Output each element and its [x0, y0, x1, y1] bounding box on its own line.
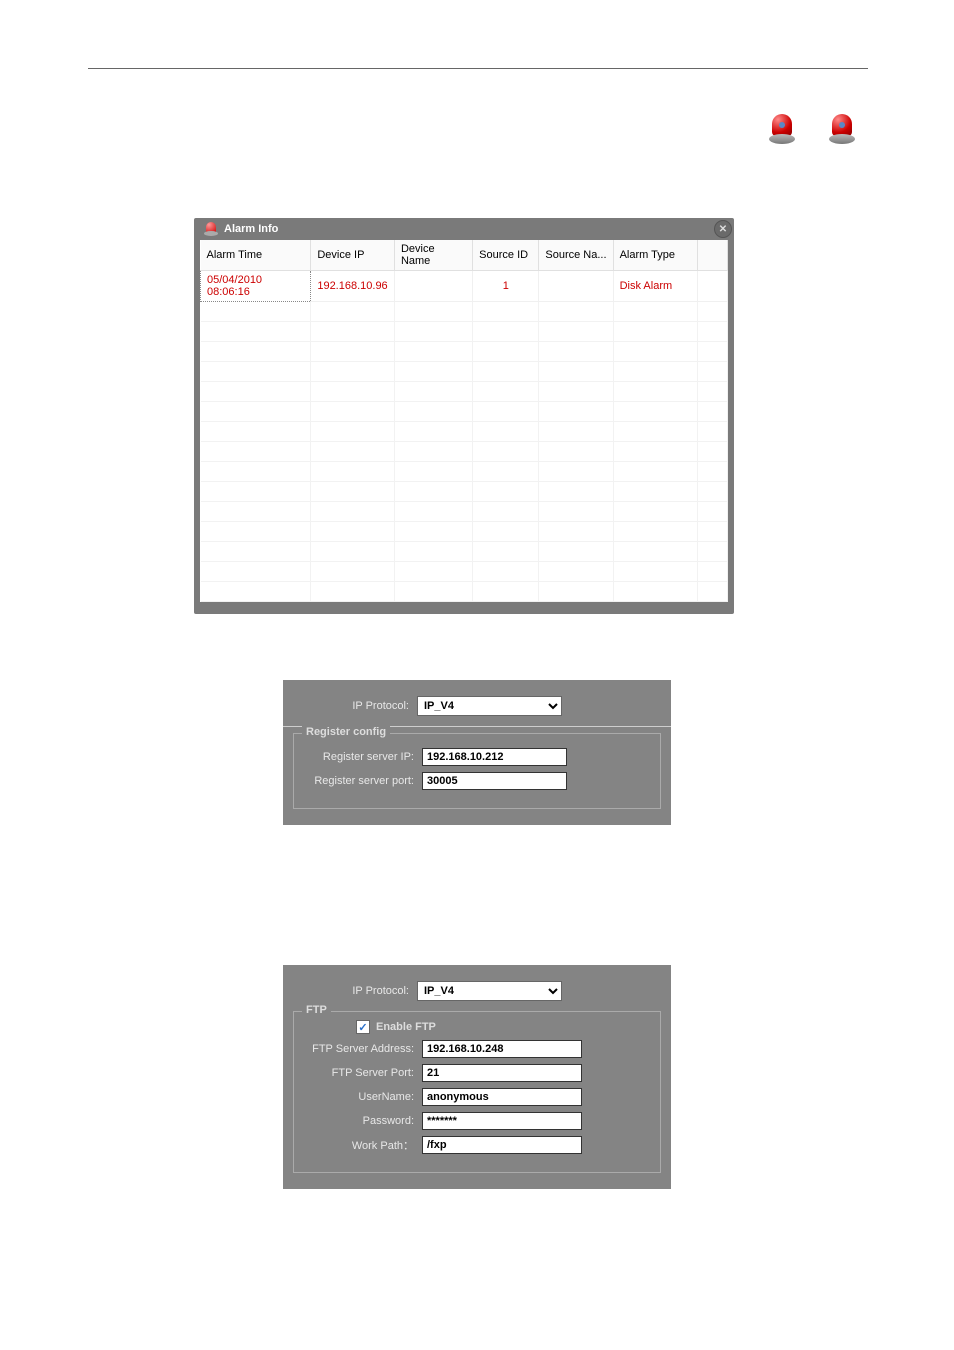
- table-row: [201, 462, 728, 482]
- table-row[interactable]: 05/04/2010 08:06:16192.168.10.961Disk Al…: [201, 271, 728, 302]
- alarm-siren-icon: [826, 112, 858, 144]
- ftp-address-input[interactable]: [422, 1040, 582, 1058]
- table-row: [201, 502, 728, 522]
- enable-ftp-label: Enable FTP: [376, 1021, 436, 1033]
- table-row: [201, 362, 728, 382]
- ftp-password-input[interactable]: [422, 1112, 582, 1130]
- alarm-siren-icon: [204, 222, 218, 236]
- alarm-table: Alarm Time Device IP Device Name Source …: [200, 240, 728, 602]
- table-row: [201, 582, 728, 602]
- checkbox-icon[interactable]: ✓: [356, 1020, 370, 1034]
- register-ip-input[interactable]: [422, 748, 567, 766]
- ftp-username-label: UserName:: [302, 1091, 422, 1103]
- ftp-address-label: FTP Server Address:: [302, 1043, 422, 1055]
- col-spacer: [697, 240, 727, 271]
- register-port-label: Register server port:: [302, 775, 422, 787]
- table-row: [201, 302, 728, 322]
- fieldset-legend: FTP: [302, 1004, 331, 1016]
- table-row: [201, 322, 728, 342]
- ftp-fieldset: FTP ✓ Enable FTP FTP Server Address: FTP…: [293, 1011, 661, 1173]
- ftp-password-label: Password:: [302, 1115, 422, 1127]
- ip-protocol-select[interactable]: IP_V4: [417, 981, 562, 1001]
- ip-protocol-select[interactable]: IP_V4: [417, 696, 562, 716]
- table-row: [201, 562, 728, 582]
- window-title: Alarm Info: [224, 223, 278, 235]
- ftp-workpath-input[interactable]: [422, 1136, 582, 1154]
- table-header-row: Alarm Time Device IP Device Name Source …: [201, 240, 728, 271]
- col-device-name[interactable]: Device Name: [394, 240, 472, 271]
- col-source-id[interactable]: Source ID: [473, 240, 539, 271]
- ftp-username-input[interactable]: [422, 1088, 582, 1106]
- register-config-fieldset: Register config Register server IP: Regi…: [293, 733, 661, 809]
- col-device-ip[interactable]: Device IP: [311, 240, 395, 271]
- table-row: [201, 382, 728, 402]
- ftp-config-panel: IP Protocol: IP_V4 FTP ✓ Enable FTP FTP …: [283, 965, 671, 1189]
- alarm-siren-icon: [766, 112, 798, 144]
- register-ip-label: Register server IP:: [302, 751, 422, 763]
- table-row: [201, 442, 728, 462]
- col-alarm-time[interactable]: Alarm Time: [201, 240, 311, 271]
- table-row: [201, 402, 728, 422]
- top-rule: [88, 68, 868, 69]
- fieldset-legend: Register config: [302, 726, 390, 738]
- table-row: [201, 482, 728, 502]
- col-alarm-type[interactable]: Alarm Type: [613, 240, 697, 271]
- table-row: [201, 542, 728, 562]
- table-row: [201, 522, 728, 542]
- enable-ftp-row[interactable]: ✓ Enable FTP: [356, 1020, 652, 1034]
- alarm-status-icons: [766, 112, 858, 144]
- table-row: [201, 342, 728, 362]
- ip-protocol-label: IP Protocol:: [297, 985, 417, 997]
- window-titlebar[interactable]: Alarm Info ✕: [200, 218, 728, 240]
- ip-protocol-label: IP Protocol:: [297, 700, 417, 712]
- register-port-input[interactable]: [422, 772, 567, 790]
- ftp-port-label: FTP Server Port:: [302, 1067, 422, 1079]
- close-icon[interactable]: ✕: [714, 220, 732, 238]
- register-config-panel: IP Protocol: IP_V4 Register config Regis…: [283, 680, 671, 825]
- alarm-info-window: Alarm Info ✕ Alarm Time Device IP Device…: [194, 218, 734, 614]
- col-source-na[interactable]: Source Na...: [539, 240, 613, 271]
- table-row: [201, 422, 728, 442]
- ftp-workpath-label: Work Path：: [302, 1137, 422, 1153]
- ftp-port-input[interactable]: [422, 1064, 582, 1082]
